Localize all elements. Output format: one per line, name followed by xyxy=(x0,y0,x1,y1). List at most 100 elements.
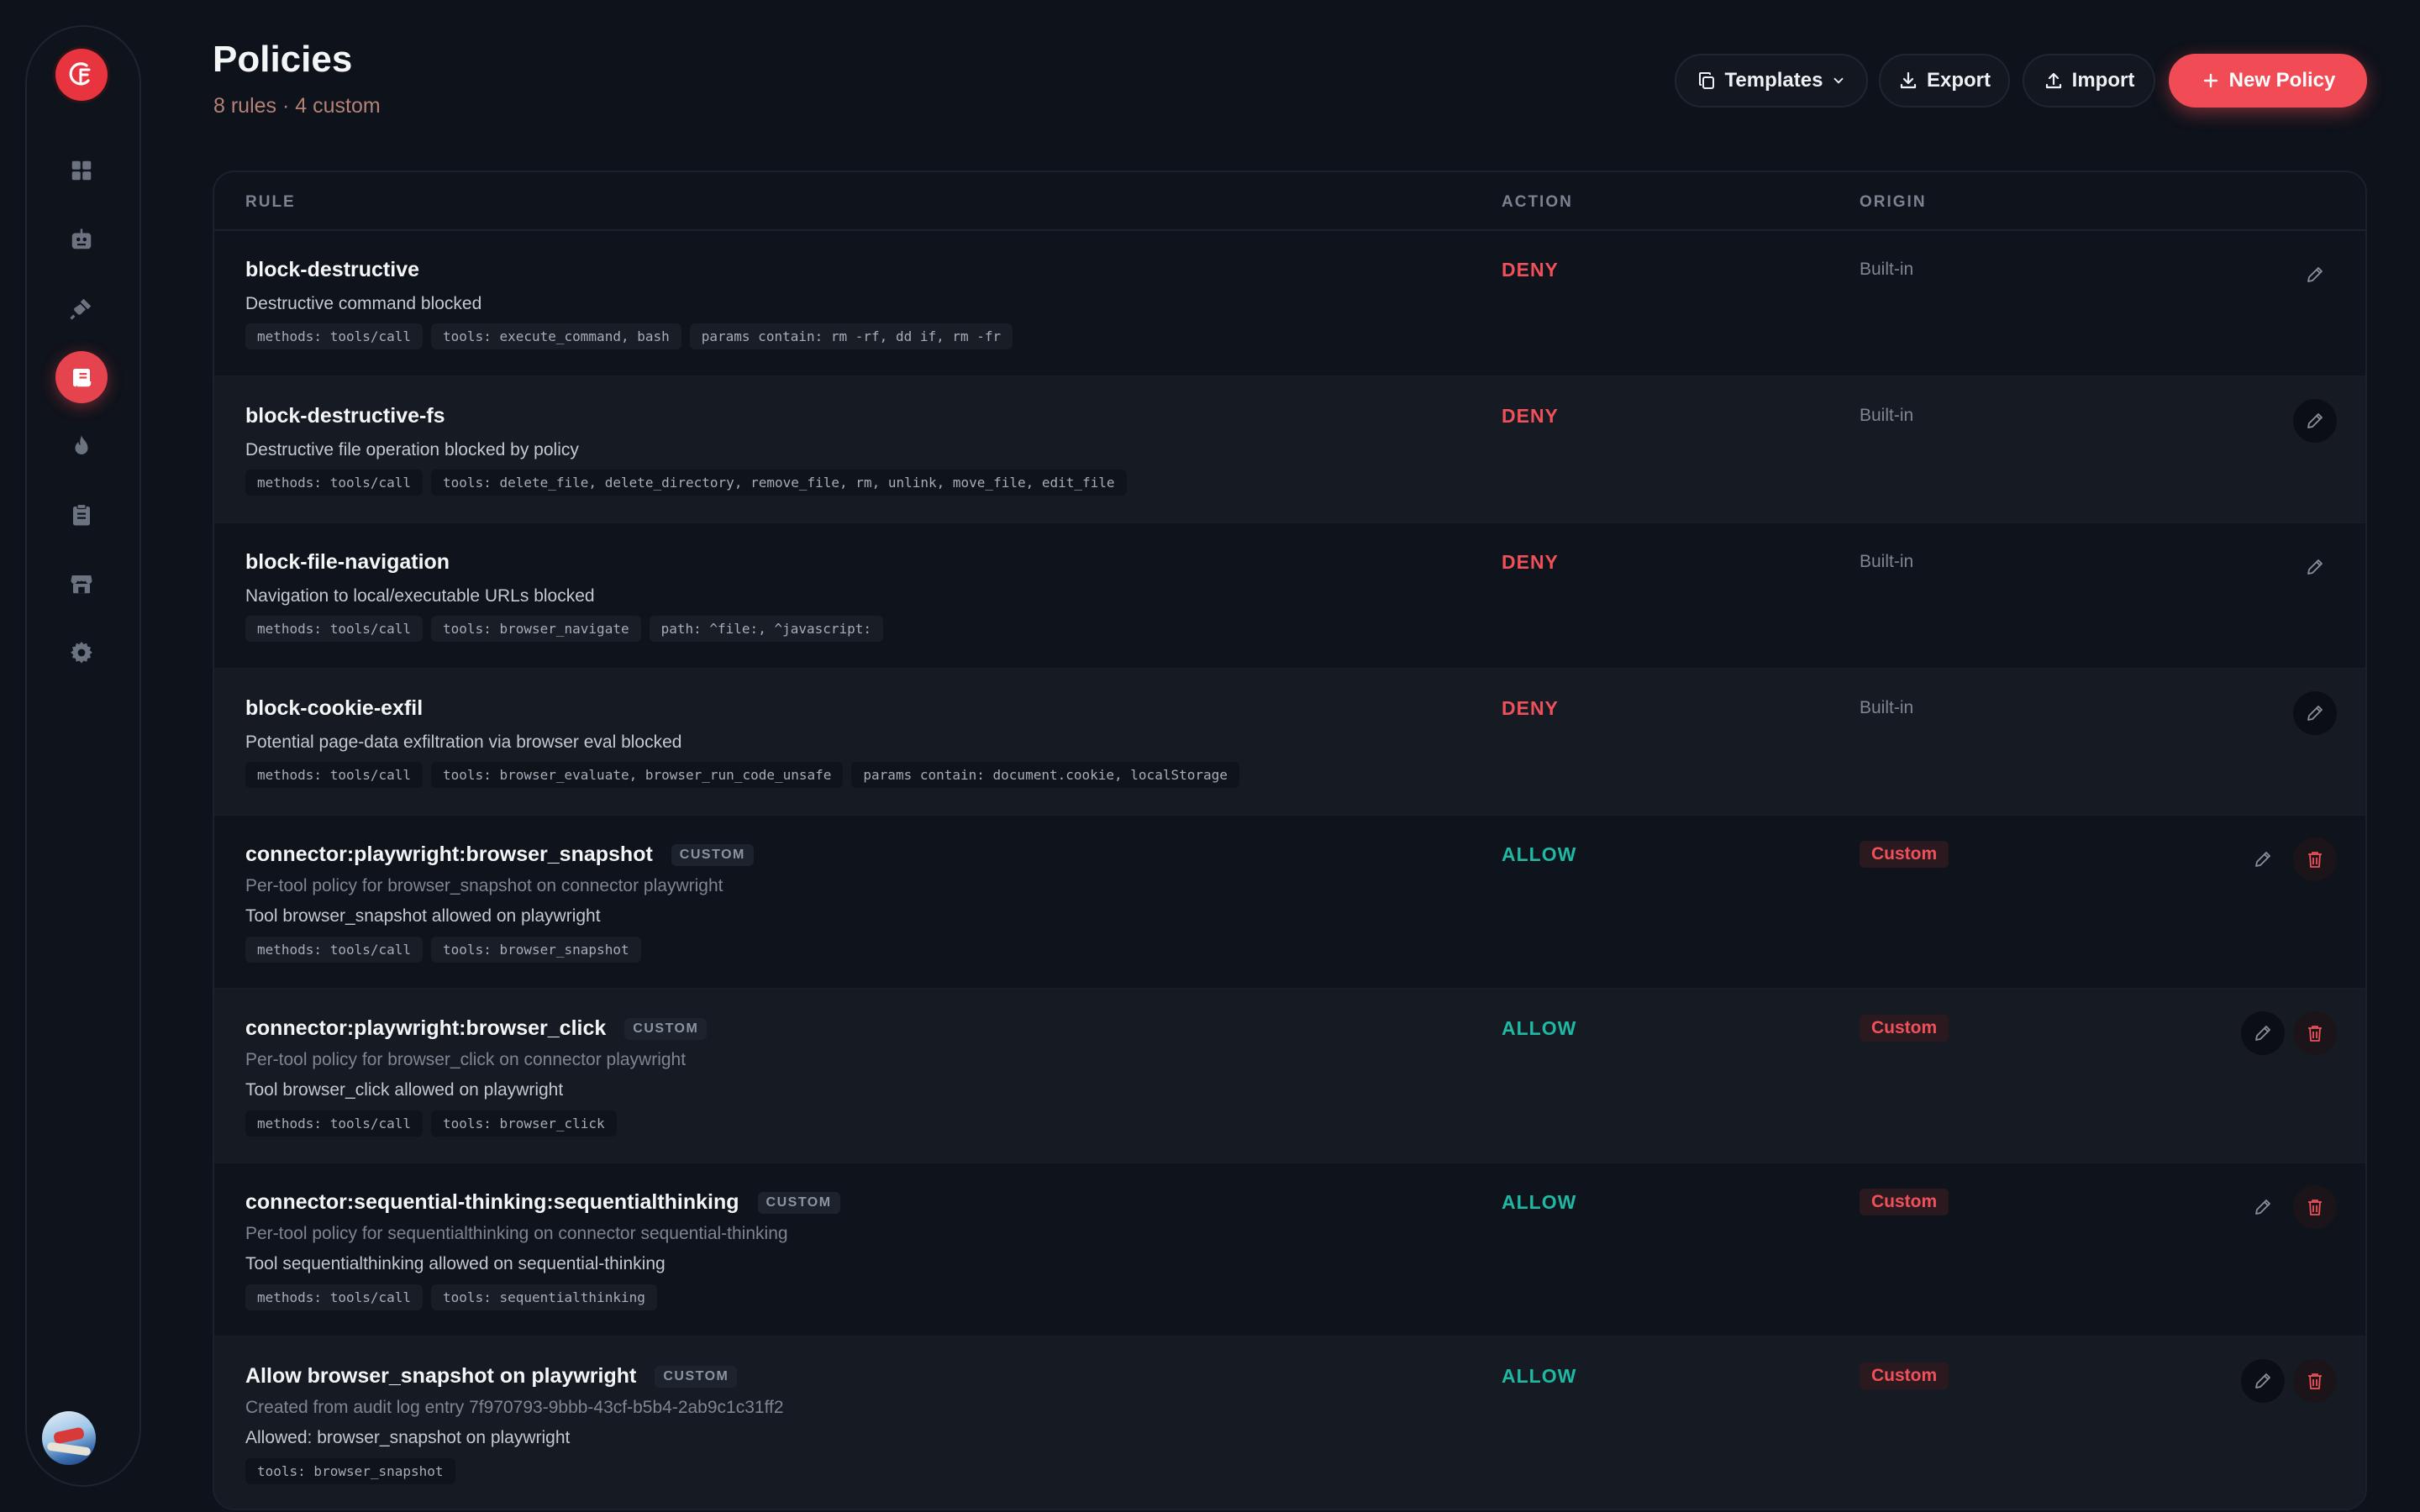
rule-description: Destructive command blocked xyxy=(245,294,482,313)
origin-badge: Custom xyxy=(1860,841,1949,868)
condition-chip: tools: browser_click xyxy=(431,1110,617,1137)
flame-icon xyxy=(75,435,88,454)
export-label: Export xyxy=(1926,69,1991,92)
avatar[interactable] xyxy=(42,1411,96,1465)
rule-description: Navigation to local/executable URLs bloc… xyxy=(245,586,595,606)
edit-button[interactable] xyxy=(2293,399,2337,443)
rule-name: connector:sequential-thinking:sequential… xyxy=(245,1190,840,1215)
origin-badge: Custom xyxy=(1860,1189,1949,1215)
sidebar-item-audit[interactable] xyxy=(55,489,108,541)
app-logo[interactable] xyxy=(55,49,108,101)
column-header-action: ACTION xyxy=(1502,193,1573,211)
condition-chip: methods: tools/call xyxy=(245,762,424,788)
edit-button[interactable] xyxy=(2241,1185,2285,1229)
sidebar-item-store[interactable] xyxy=(55,558,108,610)
pencil-icon xyxy=(2307,267,2323,282)
action-badge: ALLOW xyxy=(1502,1191,1577,1213)
custom-tag: CUSTOM xyxy=(624,1017,708,1040)
rule-subtitle: Per-tool policy for sequentialthinking o… xyxy=(245,1224,788,1243)
table-row[interactable]: block-destructive Destructive command bl… xyxy=(214,231,2365,377)
condition-chip: methods: tools/call xyxy=(245,937,424,963)
sidebar-item-activity[interactable] xyxy=(55,420,108,472)
upload-icon xyxy=(2045,72,2061,89)
table-row[interactable]: connector:playwright:browser_click CUSTOM… xyxy=(214,990,2365,1163)
rule-name: block-destructive-fs xyxy=(245,404,445,428)
rule-name: connector:playwright:browser_click CUSTOM xyxy=(245,1016,708,1041)
condition-chip: tools: browser_snapshot xyxy=(245,1458,455,1484)
download-icon xyxy=(1900,71,1917,89)
rule-conditions: methods: tools/call tools: sequentialthi… xyxy=(245,1284,657,1310)
rule-name: block-file-navigation xyxy=(245,550,450,574)
condition-chip: methods: tools/call xyxy=(245,470,424,496)
rule-description: Allowed: browser_snapshot on playwright xyxy=(245,1428,571,1447)
delete-button[interactable] xyxy=(2293,1359,2337,1403)
delete-button[interactable] xyxy=(2293,1011,2337,1055)
edit-button[interactable] xyxy=(2241,1011,2285,1055)
rule-description: Potential page-data exfiltration via bro… xyxy=(245,732,682,752)
avatar-decor xyxy=(46,1441,92,1457)
trash-icon xyxy=(2308,1373,2322,1389)
edit-button[interactable] xyxy=(2293,545,2337,589)
pencil-icon xyxy=(2255,1373,2270,1389)
sidebar-item-connectors[interactable] xyxy=(55,282,108,334)
table-row[interactable]: block-file-navigation Navigation to loca… xyxy=(214,523,2365,669)
rule-name: block-cookie-exfil xyxy=(245,696,424,720)
rule-conditions: methods: tools/call tools: browser_snaps… xyxy=(245,937,641,963)
new-policy-label: New Policy xyxy=(2228,69,2336,92)
condition-chip: tools: sequentialthinking xyxy=(431,1284,657,1310)
condition-chip: tools: execute_command, bash xyxy=(431,323,681,349)
condition-chip: tools: delete_file, delete_directory, re… xyxy=(431,470,1127,496)
edit-button[interactable] xyxy=(2293,253,2337,297)
edit-button[interactable] xyxy=(2293,691,2337,735)
sidebar-item-settings[interactable] xyxy=(55,627,108,679)
delete-button[interactable] xyxy=(2293,1185,2337,1229)
rule-description: Destructive file operation blocked by po… xyxy=(245,440,579,459)
origin-badge: Custom xyxy=(1860,1362,1949,1389)
custom-tag: CUSTOM xyxy=(671,843,754,866)
origin-badge: Custom xyxy=(1860,1015,1949,1042)
rule-description: Tool browser_snapshot allowed on playwri… xyxy=(245,906,601,926)
sidebar-item-dashboard[interactable] xyxy=(55,144,108,197)
copy-icon xyxy=(1698,72,1714,89)
rule-conditions: methods: tools/call tools: delete_file, … xyxy=(245,470,1127,496)
action-badge: ALLOW xyxy=(1502,1365,1577,1387)
table-row[interactable]: Allow browser_snapshot on playwright CUST… xyxy=(214,1337,2365,1509)
rule-description: Tool browser_click allowed on playwright xyxy=(245,1080,564,1100)
import-button[interactable]: Import xyxy=(2023,54,2155,108)
pencil-icon xyxy=(2307,706,2323,721)
rule-subtitle: Created from audit log entry 7f970793-9b… xyxy=(245,1398,784,1417)
export-button[interactable]: Export xyxy=(1879,54,2010,108)
logo-mark-icon xyxy=(69,62,91,86)
rule-conditions: methods: tools/call tools: browser_navig… xyxy=(245,616,884,642)
table-row[interactable]: block-destructive-fs Destructive file op… xyxy=(214,377,2365,523)
table-row[interactable]: block-cookie-exfil Potential page-data e… xyxy=(214,669,2365,816)
trash-icon xyxy=(2308,1200,2322,1215)
condition-chip: methods: tools/call xyxy=(245,1110,424,1137)
condition-chip: methods: tools/call xyxy=(245,616,424,642)
robot-icon xyxy=(71,228,92,249)
templates-button[interactable]: Templates xyxy=(1675,54,1868,108)
table-row[interactable]: connector:sequential-thinking:sequential… xyxy=(214,1163,2365,1337)
new-policy-button[interactable]: New Policy xyxy=(2169,54,2367,108)
edit-button[interactable] xyxy=(2241,1359,2285,1403)
gear-icon xyxy=(71,641,92,664)
trash-icon xyxy=(2308,1026,2322,1042)
page-subtitle: 8 rules · 4 custom xyxy=(213,94,381,118)
condition-chip: tools: browser_evaluate, browser_run_cod… xyxy=(431,762,844,788)
origin-label: Built-in xyxy=(1860,406,1914,425)
condition-chip: methods: tools/call xyxy=(245,323,424,349)
sidebar-item-agents[interactable] xyxy=(55,213,108,265)
delete-button[interactable] xyxy=(2293,837,2337,881)
pencil-icon xyxy=(2255,852,2270,867)
chevron-down-icon xyxy=(1834,77,1844,84)
edit-button[interactable] xyxy=(2241,837,2285,881)
sidebar-item-policies[interactable] xyxy=(55,351,108,403)
store-icon xyxy=(71,575,92,594)
column-header-origin: ORIGIN xyxy=(1860,193,1927,211)
action-badge: ALLOW xyxy=(1502,1017,1577,1039)
action-badge: DENY xyxy=(1502,259,1559,281)
rule-subtitle: Per-tool policy for browser_snapshot on … xyxy=(245,876,723,895)
condition-chip: tools: browser_snapshot xyxy=(431,937,641,963)
grid-icon xyxy=(71,160,92,181)
table-row[interactable]: connector:playwright:browser_snapshot CUS… xyxy=(214,816,2365,990)
